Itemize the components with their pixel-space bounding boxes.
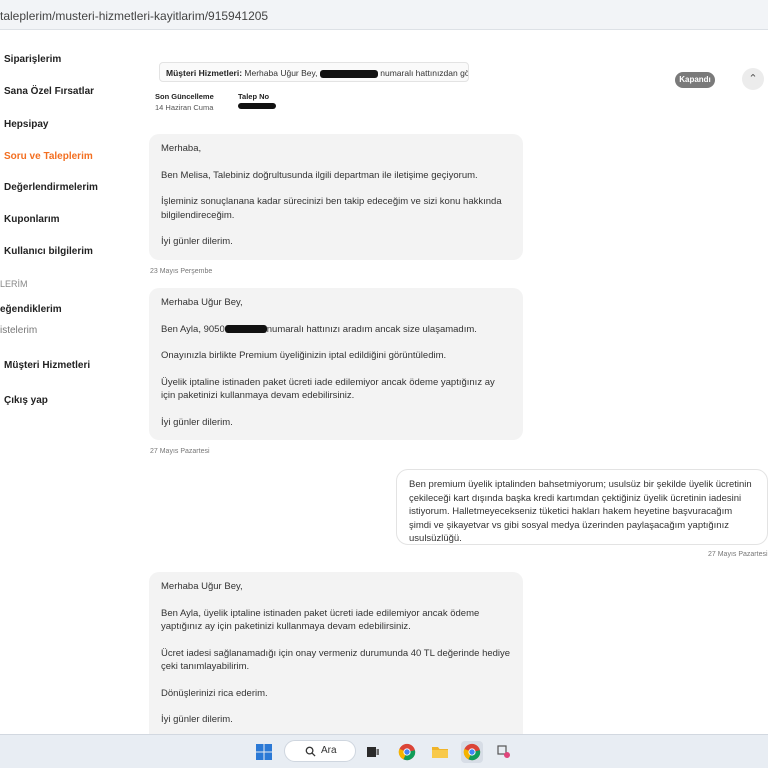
message-text: numaralı hattınızı aradım ancak size ula… (266, 323, 477, 335)
message-paragraph: Merhaba, (161, 143, 202, 154)
message-paragraph: Merhaba Uğur Bey, (161, 297, 243, 308)
redacted-phone (224, 324, 267, 333)
sidebar-item-questions-requests[interactable]: Soru ve Taleplerim (4, 151, 93, 162)
sidebar-item-lists[interactable]: istelerim (0, 325, 37, 336)
message-date: 27 Mayıs Pazartesi (150, 448, 210, 455)
ticket-conversation: Müşteri Hizmetleri: Merhaba Uğur Bey, nu… (137, 30, 768, 734)
sidebar-item-orders[interactable]: Siparişlerim (4, 54, 61, 65)
message-paragraph: Ben Melisa, Talebiniz doğrultusunda ilgi… (161, 169, 478, 181)
sidebar-item-customer-service[interactable]: Müşteri Hizmetleri (4, 360, 90, 371)
message-text: Ben Ayla, 9050 (161, 323, 225, 335)
last-update-label: Son Güncelleme (155, 92, 214, 101)
agent-message: Merhaba Uğur Bey, Ben Ayla, üyelik iptal… (149, 572, 523, 734)
sidebar-item-logout[interactable]: Çıkış yap (4, 395, 48, 406)
sidebar-item-reviews[interactable]: Değerlendirmelerim (4, 182, 98, 193)
agent-message: Merhaba, Ben Melisa, Talebiniz doğrultus… (149, 134, 523, 260)
redacted-request-no (238, 103, 276, 109)
taskbar: Ara (0, 734, 768, 768)
message-paragraph: İyi günler dilerim. (161, 416, 233, 428)
chrome-icon[interactable] (396, 741, 418, 763)
sidebar-item-favorites[interactable]: eğendiklerim (0, 304, 62, 315)
message-paragraph: Ben premium üyelik iptalinden bahsetmiyo… (409, 479, 752, 544)
message-paragraph: Merhaba Uğur Bey, (161, 581, 243, 592)
message-paragraph: Onayınızla birlikte Premium üyeliğinizin… (161, 350, 447, 361)
message-paragraph: Dönüşlerinizi rica ederim. (161, 687, 268, 699)
ticket-title-before: Merhaba Uğur Bey, (244, 68, 318, 78)
sidebar-item-coupons[interactable]: Kuponlarım (4, 214, 60, 225)
address-bar[interactable]: taleplerim/musteri-hizmetleri-kayitlarim… (0, 0, 768, 30)
message-date: 23 Mayıs Perşembe (150, 268, 213, 275)
search-label: Ara (321, 745, 337, 756)
file-explorer-icon[interactable] (429, 741, 451, 763)
chrome-active-icon[interactable] (461, 741, 483, 763)
message-paragraph: Ben Ayla, üyelik iptaline istinaden pake… (161, 607, 480, 633)
ticket-title-after: numaralı hattınızdan görü... (380, 68, 468, 78)
agent-message: Merhaba Uğur Bey, Ben Ayla, 9050 numaralı… (149, 288, 523, 440)
redacted-phone (319, 69, 378, 78)
status-badge: Kapandı (675, 72, 715, 88)
last-update-value: 14 Haziran Cuma (155, 103, 214, 112)
task-view-icon[interactable] (362, 741, 384, 763)
request-no-label: Talep No (238, 92, 270, 101)
sidebar-item-special-offers[interactable]: Sana Özel Fırsatlar (4, 86, 94, 97)
user-message: Ben premium üyelik iptalinden bahsetmiyo… (396, 469, 768, 545)
message-date: 27 Mayıs Pazartesi (708, 551, 768, 558)
message-paragraph: Ben Ayla, 9050 numaralı hattınızı aradım … (161, 323, 511, 337)
message-paragraph: Ücret iadesi sağlanamadığı için onay ver… (161, 647, 511, 673)
message-paragraph: Üyelik iptaline istinaden paket ücreti i… (161, 376, 495, 402)
search-icon (305, 746, 316, 757)
sidebar-section-label: LERİM (0, 279, 28, 289)
collapse-button[interactable]: ⌃ (742, 68, 764, 90)
snipping-tool-icon[interactable] (493, 741, 515, 763)
ticket-title[interactable]: Müşteri Hizmetleri: Merhaba Uğur Bey, nu… (159, 62, 469, 82)
account-sidebar: Siparişlerim Sana Özel Fırsatlar Hepsipa… (0, 30, 137, 734)
sidebar-item-hepsipay[interactable]: Hepsipay (4, 119, 48, 130)
message-paragraph: İyi günler dilerim. (161, 714, 233, 725)
chevron-up-icon: ⌃ (748, 73, 758, 85)
sidebar-item-user-info[interactable]: Kullanıcı bilgilerim (4, 246, 93, 257)
ticket-title-label: Müşteri Hizmetleri: (166, 68, 243, 78)
taskbar-search[interactable]: Ara (284, 740, 356, 762)
message-paragraph: İşleminiz sonuçlanana kadar sürecinizi b… (161, 196, 502, 221)
address-url[interactable]: taleplerim/musteri-hizmetleri-kayitlarim… (0, 9, 268, 23)
message-paragraph: İyi günler dilerim. (161, 236, 233, 247)
windows-start-icon[interactable] (253, 741, 275, 763)
